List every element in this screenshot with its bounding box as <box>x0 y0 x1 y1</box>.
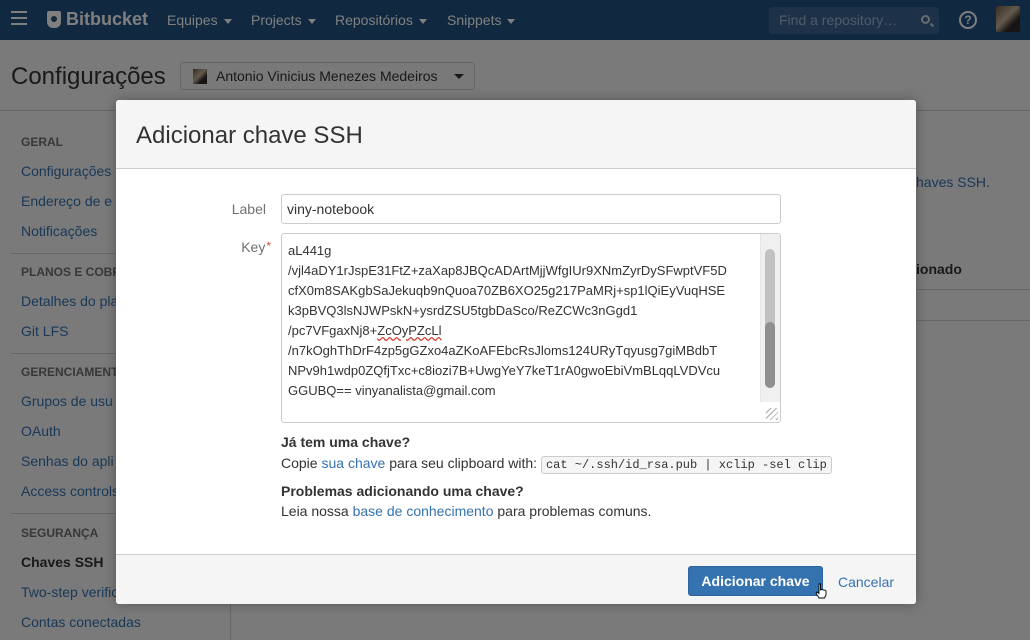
hand-cursor-icon <box>815 583 827 599</box>
key-line-prefix: /pc7VFgaxNj8+ <box>288 323 378 338</box>
key-line: /vjl4aDY1rJspE31FtZ+zaXap8JBQcADArtMjjWf… <box>288 263 727 278</box>
problems-title: Problemas adicionando uma chave? <box>281 483 524 499</box>
key-line: GGUBQ== vinyanalista@gmail.com <box>288 383 496 398</box>
cancel-link[interactable]: Cancelar <box>838 574 894 590</box>
problems-text: Leia nossa base de conhecimento para pro… <box>281 503 651 519</box>
copy-command-code: cat ~/.ssh/id_rsa.pub | xclip -sel clip <box>540 456 832 474</box>
dialog-header: Adicionar chave SSH <box>116 100 916 169</box>
key-line: /pc7VFgaxNj8+ZcOyPZcLl <box>288 321 758 341</box>
have-key-prefix: Copie <box>281 455 318 471</box>
key-line: aL441g <box>288 243 332 258</box>
add-ssh-key-dialog: Adicionar chave SSH Label Key* aL441g /v… <box>116 100 916 604</box>
problems-prefix: Leia nossa <box>281 503 349 519</box>
key-line: /n7kOghThDrF4zp5gGZxo4aZKoAFEbcRsJloms12… <box>288 343 718 358</box>
key-textarea-content: aL441g /vjl4aDY1rJspE31FtZ+zaXap8JBQcADA… <box>288 241 758 401</box>
scrollbar-thumb[interactable] <box>765 322 775 388</box>
add-key-button[interactable]: Adicionar chave <box>688 566 823 596</box>
key-textarea[interactable]: aL441g /vjl4aDY1rJspE31FtZ+zaXap8JBQcADA… <box>281 233 781 423</box>
key-line: k3pBVQ3lsNJWPskN+ysrdZSU5tgbDaSco/ReZCWc… <box>288 303 638 318</box>
key-field-label-text: Key <box>241 239 266 255</box>
have-key-text: Copie sua chave para seu clipboard with:… <box>281 455 832 474</box>
resize-handle-icon[interactable] <box>766 408 778 420</box>
textarea-scrollbar[interactable] <box>760 234 780 402</box>
problems-suffix: para problemas comuns. <box>497 503 652 519</box>
label-input[interactable] <box>281 194 781 224</box>
required-asterisk: * <box>266 239 271 253</box>
dialog-title: Adicionar chave SSH <box>136 122 363 149</box>
spellcheck-flagged-text: ZcOyPZcLl <box>377 323 442 338</box>
dialog-footer: Adicionar chave Cancelar <box>116 554 916 604</box>
key-field-label: Key* <box>216 239 271 255</box>
label-field-label: Label <box>231 201 266 217</box>
have-key-middle: para seu clipboard with: <box>389 455 538 471</box>
key-line: NPv9h1wdp0ZQfjTxc+c8iozi7B+UwgYeY7keT1rA… <box>288 363 721 378</box>
key-line: cfX0m8SAKgbSaJekuqb9nQuoa70ZB6XO25g217Pa… <box>288 283 726 298</box>
knowledge-base-link[interactable]: base de conhecimento <box>353 503 494 519</box>
copy-key-link[interactable]: sua chave <box>321 455 385 471</box>
have-key-title: Já tem uma chave? <box>281 434 411 450</box>
